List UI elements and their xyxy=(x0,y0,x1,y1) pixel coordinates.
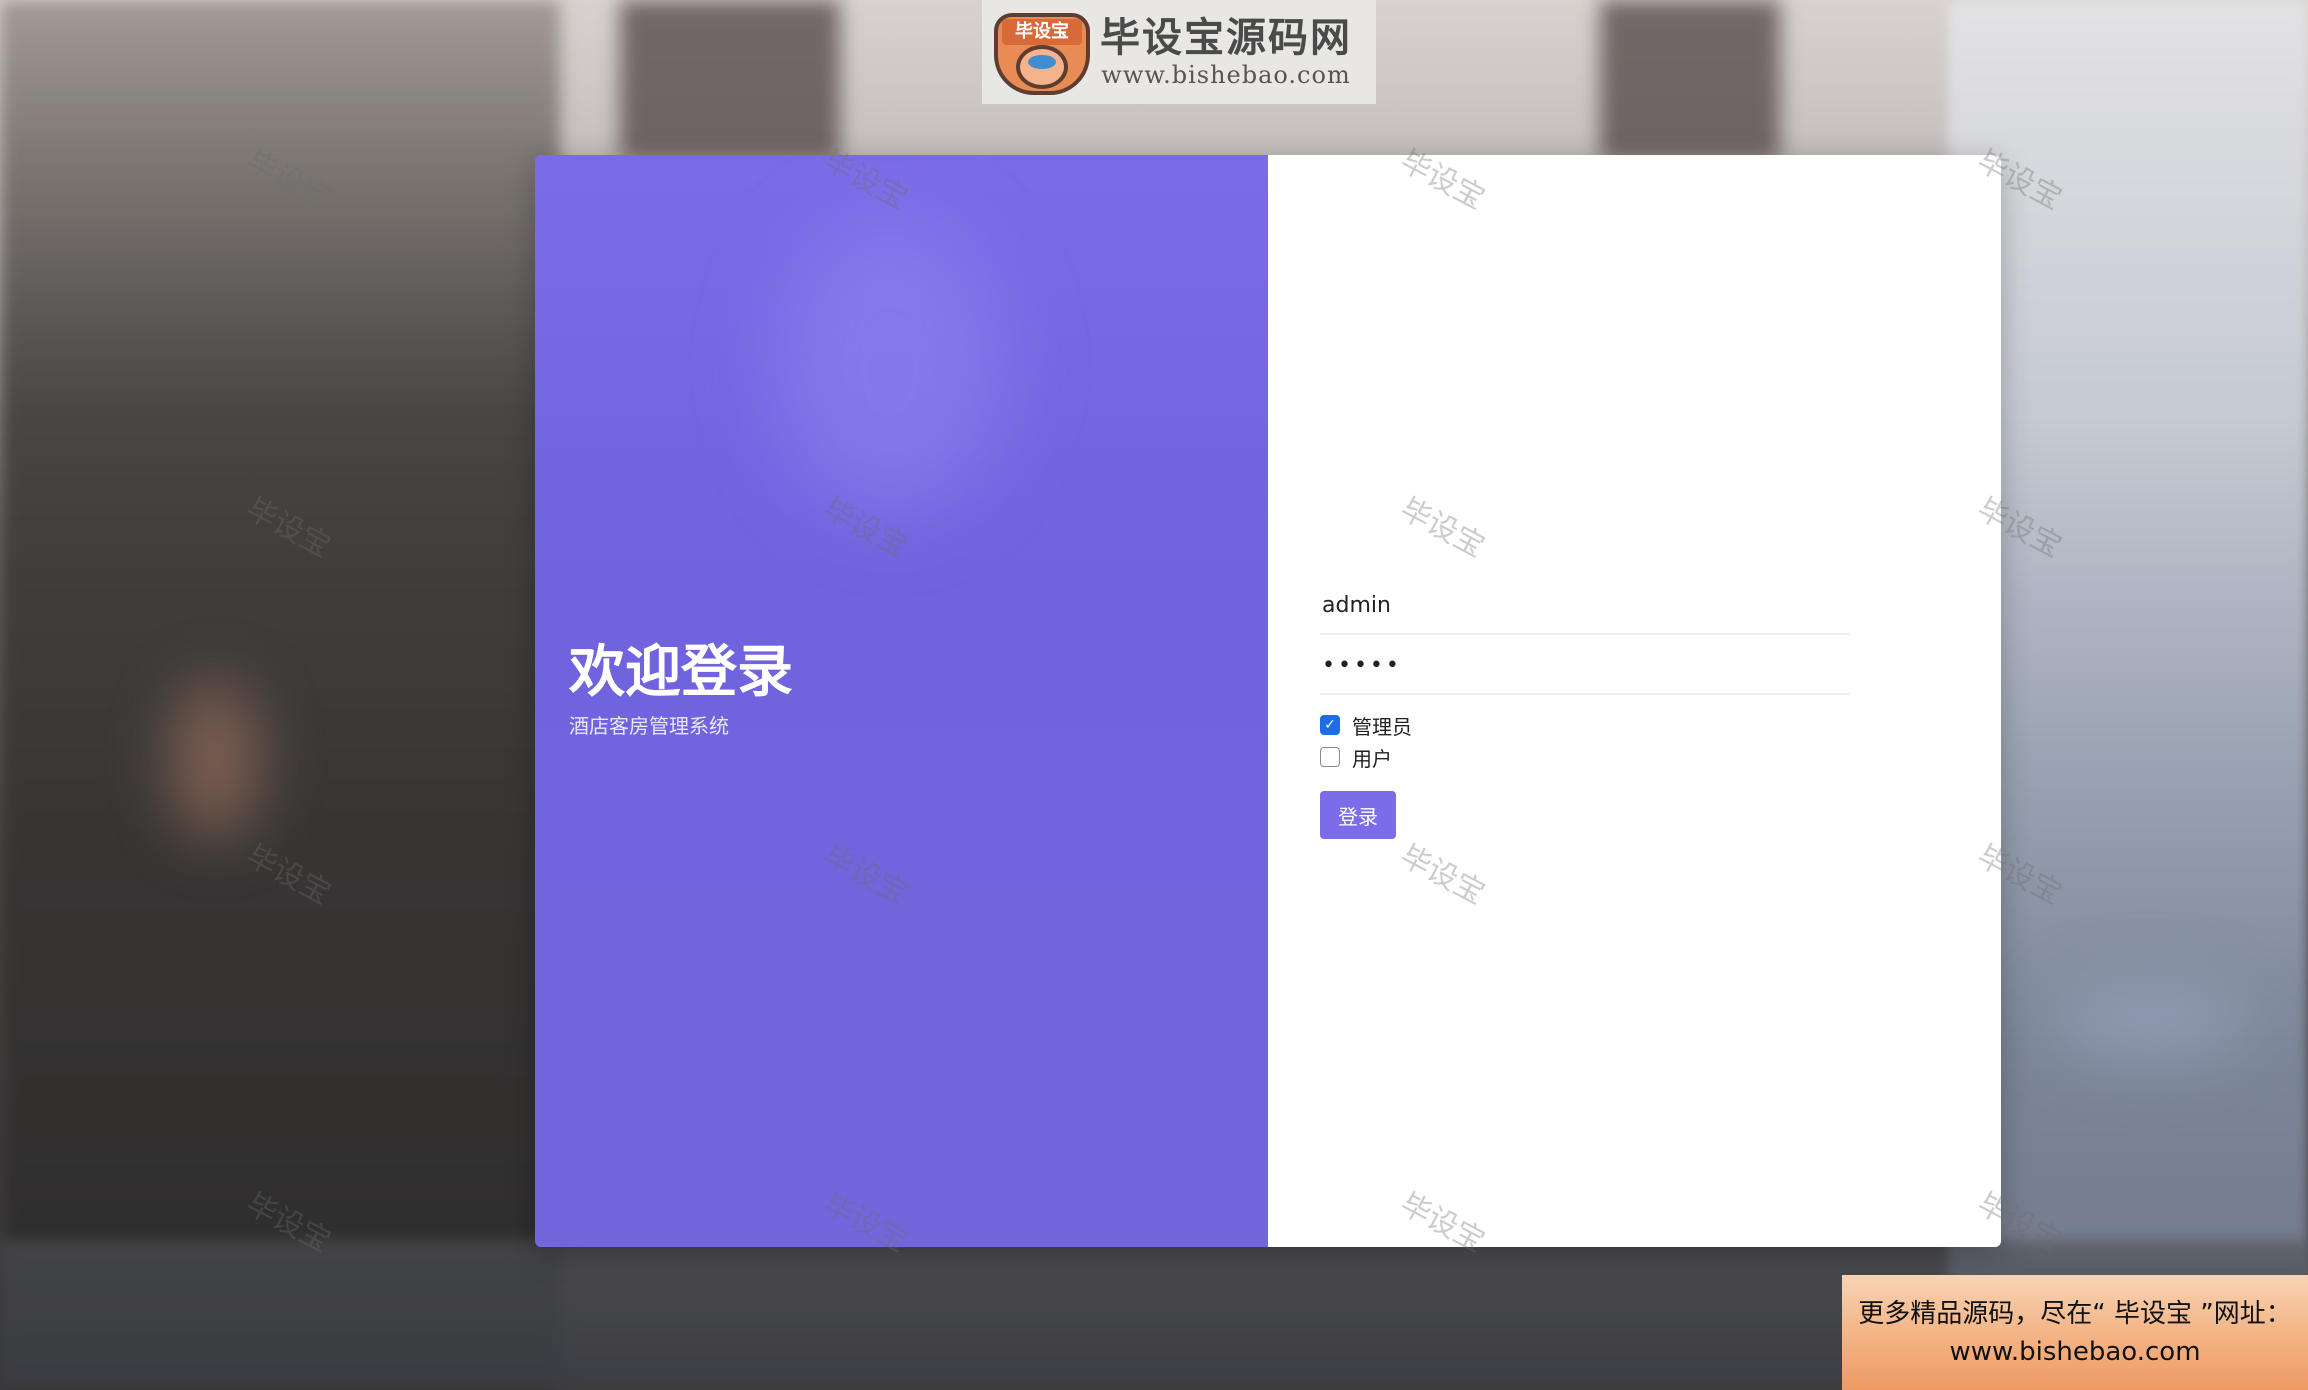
promo-banner: 更多精品源码，尽在“ 毕设宝 ”网址： www.bishebao.com xyxy=(1842,1275,2308,1390)
logo-title: 毕设宝源码网 xyxy=(1100,15,1352,61)
login-page: 毕设宝 毕设宝源码网 www.bishebao.com 欢迎登录 酒店客房管理系… xyxy=(0,0,2308,1390)
username-input[interactable] xyxy=(1320,577,1850,635)
password-input[interactable] xyxy=(1320,637,1850,695)
system-name: 酒店客房管理系统 xyxy=(569,714,729,738)
background-pillar xyxy=(620,0,840,160)
role-option-admin[interactable]: ✓ 管理员 xyxy=(1320,709,1850,741)
login-panel: ✓ 管理员 用户 登录 xyxy=(1268,155,2001,1247)
background-blur-spot xyxy=(2050,980,2250,1060)
login-form: ✓ 管理员 用户 登录 xyxy=(1320,577,1850,839)
site-logo: 毕设宝 毕设宝源码网 www.bishebao.com xyxy=(982,0,1376,104)
welcome-title: 欢迎登录 xyxy=(569,640,793,705)
logo-emblem-text: 毕设宝 xyxy=(1002,19,1082,45)
promo-line-1: 更多精品源码，尽在“ 毕设宝 ”网址： xyxy=(1858,1298,2292,1329)
login-button[interactable]: 登录 xyxy=(1320,791,1396,839)
login-card: 欢迎登录 酒店客房管理系统 ✓ 管理员 用户 登录 xyxy=(535,155,2001,1247)
background-pillar xyxy=(1600,0,1780,160)
background-shade-right xyxy=(1948,0,2308,1390)
welcome-panel: 欢迎登录 酒店客房管理系统 xyxy=(535,155,1268,1247)
background-shade-left xyxy=(0,0,560,1390)
logo-url: www.bishebao.com xyxy=(1101,61,1351,89)
checkbox-unchecked-icon[interactable] xyxy=(1320,747,1340,767)
logo-emblem-icon: 毕设宝 xyxy=(994,9,1090,95)
promo-url: www.bishebao.com xyxy=(1949,1336,2201,1367)
welcome-block: 欢迎登录 酒店客房管理系统 xyxy=(569,639,793,739)
role-label-user: 用户 xyxy=(1352,746,1392,771)
background-blur-spot xyxy=(170,680,260,840)
role-option-user[interactable]: 用户 xyxy=(1320,741,1850,773)
checkbox-checked-icon[interactable]: ✓ xyxy=(1320,715,1340,735)
role-label-admin: 管理员 xyxy=(1352,714,1412,739)
